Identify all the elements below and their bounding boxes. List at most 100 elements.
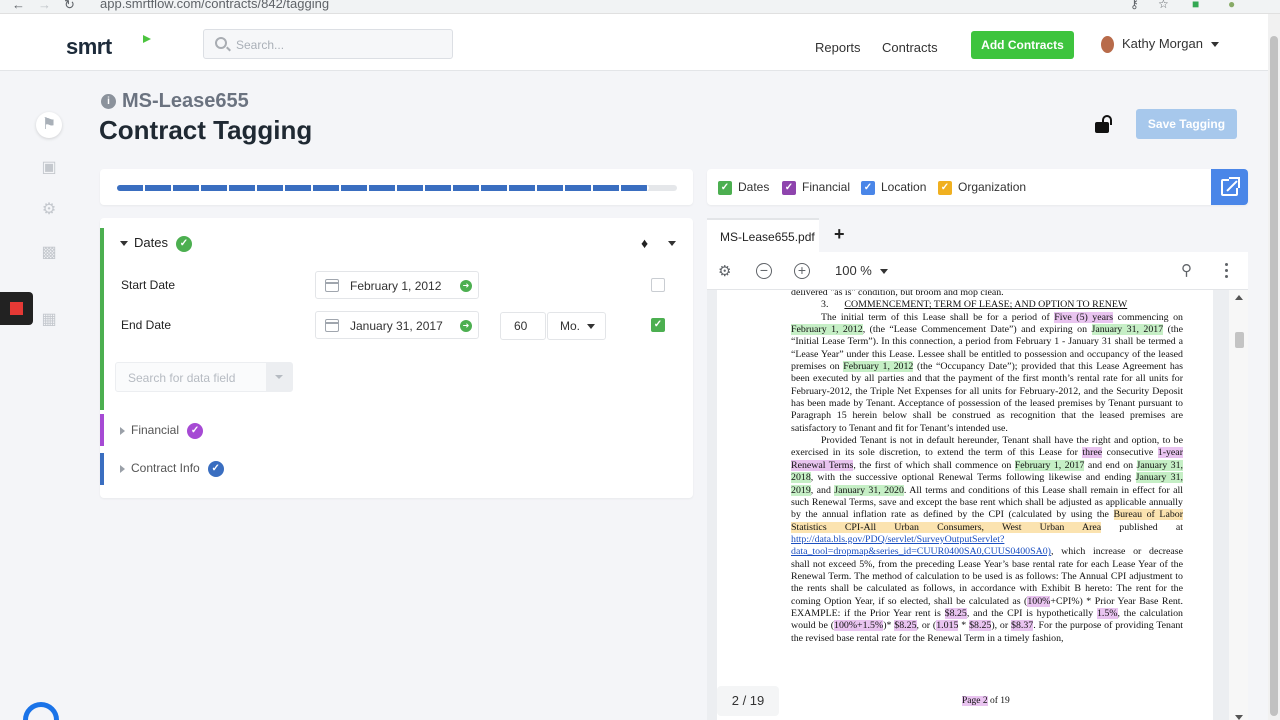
- zoom-select[interactable]: 100 %: [835, 263, 888, 278]
- pdf-scrollbar[interactable]: [1229, 290, 1248, 720]
- check-circle-icon: ✓: [207, 461, 224, 477]
- financial-section-header[interactable]: Financial ✓: [120, 423, 204, 439]
- checkbox-icon: ✓: [861, 180, 875, 195]
- search-icon[interactable]: ⚲: [1181, 261, 1192, 279]
- end-date-field[interactable]: January 31, 2017 ➜: [315, 311, 479, 339]
- nav-reports-link[interactable]: Reports: [815, 40, 861, 55]
- data-field-search[interactable]: Search for data field: [115, 362, 293, 392]
- doc-tagged-span[interactable]: http://data.bls.gov/PDQ/servlet/SurveyOu…: [791, 534, 1051, 557]
- zoom-in-icon[interactable]: +: [794, 263, 810, 279]
- start-date-label: Start Date: [121, 278, 176, 292]
- sidebar-gear-icon[interactable]: ⚙: [36, 197, 62, 223]
- tagging-form: Dates ✓ ♦ Start Date February 1, 2012 ➜ E…: [100, 218, 693, 498]
- sidebar-chart-icon[interactable]: ▩: [36, 240, 62, 266]
- doc-tagged-span[interactable]: 100%: [1027, 595, 1051, 607]
- add-tab-icon[interactable]: +: [834, 224, 845, 245]
- contract-id: i MS-Lease655: [101, 90, 249, 113]
- doc-tagged-span[interactable]: $8.37: [1011, 620, 1034, 632]
- doc-paragraph-renewal: Provided Tenant is not in default hereun…: [791, 435, 1183, 645]
- doc-tagged-span[interactable]: three: [1082, 447, 1103, 459]
- scroll-thumb[interactable]: [1235, 332, 1244, 348]
- legend-financial[interactable]: ✓ Financial: [782, 180, 850, 195]
- legend-location[interactable]: ✓ Location: [861, 180, 926, 195]
- sidebar-tag-icon[interactable]: ⚑: [36, 112, 62, 138]
- logo[interactable]: smrt: [66, 34, 151, 60]
- back-icon[interactable]: ←: [12, 0, 25, 12]
- extension-icon[interactable]: ■: [1192, 0, 1199, 11]
- user-menu[interactable]: Kathy Morgan: [1101, 36, 1219, 54]
- doc-tagged-span[interactable]: Five (5) years: [1054, 311, 1114, 323]
- global-search-input[interactable]: Search...: [203, 29, 453, 59]
- sidebar-calculator-icon[interactable]: ▦: [36, 307, 62, 333]
- help-chat-launcher[interactable]: [23, 702, 59, 720]
- chevron-down-icon[interactable]: [668, 241, 676, 246]
- doc-tagged-span[interactable]: $8.25: [944, 607, 967, 619]
- info-icon[interactable]: i: [101, 94, 116, 109]
- pdf-page: delivered "as is" condition, but broom a…: [717, 290, 1213, 720]
- open-external-icon[interactable]: [1211, 169, 1248, 205]
- duration-unit-select[interactable]: Mo.: [547, 312, 606, 340]
- unlock-icon[interactable]: [1095, 115, 1115, 133]
- doc-tagged-span[interactable]: February 1, 2017: [1014, 459, 1085, 471]
- key-icon[interactable]: ⚷: [1130, 0, 1139, 11]
- doc-tagged-span[interactable]: $8.25: [969, 620, 992, 632]
- pdf-viewer[interactable]: delivered "as is" condition, but broom a…: [707, 290, 1248, 720]
- reload-icon[interactable]: ↻: [64, 0, 75, 13]
- profile-avatar-icon[interactable]: ●: [1228, 0, 1235, 11]
- scroll-up-icon[interactable]: [1235, 295, 1243, 300]
- doc-tagged-span[interactable]: 100%+1.5%: [834, 620, 884, 632]
- check-circle-icon: ✓: [175, 235, 192, 252]
- nav-contracts-link[interactable]: Contracts: [882, 40, 938, 55]
- doc-paragraph-term: The initial term of this Lease shall be …: [791, 311, 1183, 435]
- doc-text-span: , the first of which shall commence on: [853, 459, 1015, 471]
- doc-tagged-span[interactable]: February 1, 2012: [791, 324, 863, 336]
- doc-text-span: consecutive: [1102, 447, 1158, 459]
- doc-top-line: delivered "as is" condition, but broom a…: [791, 290, 1004, 298]
- end-date-value: January 31, 2017: [350, 319, 443, 333]
- dropdown-icon[interactable]: [266, 363, 292, 391]
- doc-tagged-span[interactable]: 1.5%: [1096, 607, 1118, 619]
- start-date-checkbox[interactable]: [651, 278, 665, 292]
- checkbox-icon: ✓: [782, 180, 796, 195]
- doc-tagged-span[interactable]: $8.25: [894, 620, 917, 632]
- contract-info-section-header[interactable]: Contract Info ✓: [120, 461, 224, 477]
- save-tagging-button[interactable]: Save Tagging: [1136, 109, 1237, 139]
- caret-down-icon: [120, 241, 128, 247]
- go-arrow-icon[interactable]: ➜: [460, 280, 472, 292]
- doc-tagged-span[interactable]: 1.015: [936, 620, 959, 632]
- page-title: Contract Tagging: [99, 115, 313, 145]
- add-contracts-button[interactable]: Add Contracts: [971, 31, 1074, 59]
- pdf-file-tab[interactable]: MS-Lease655.pdf: [707, 218, 819, 252]
- doc-tagged-span[interactable]: January 31, 2020: [834, 484, 904, 496]
- start-date-field[interactable]: February 1, 2012 ➜: [315, 271, 479, 299]
- page-indicator: 2 / 19: [717, 686, 779, 716]
- calendar-icon: [325, 319, 339, 332]
- legend-dates[interactable]: ✓ Dates: [718, 180, 769, 195]
- legend-organization[interactable]: ✓ Organization: [938, 180, 1026, 195]
- tags-icon[interactable]: ♦: [641, 235, 648, 251]
- zoom-out-icon[interactable]: −: [756, 263, 772, 279]
- search-icon: [215, 37, 227, 49]
- scroll-down-icon[interactable]: [1235, 715, 1243, 720]
- dates-section-header[interactable]: Dates ✓: [120, 235, 192, 252]
- scroll-thumb[interactable]: [1270, 36, 1278, 716]
- address-bar[interactable]: app.smrtflow.com/contracts/842/tagging: [100, 0, 329, 11]
- sidebar-money-icon[interactable]: ▣: [36, 155, 62, 181]
- document-text: delivered "as is" condition, but broom a…: [791, 290, 1183, 645]
- window-scrollbar[interactable]: [1268, 14, 1280, 720]
- record-button[interactable]: [0, 292, 33, 325]
- doc-text-span: commencing on: [1113, 311, 1183, 323]
- doc-tagged-span[interactable]: February 1, 2012: [843, 361, 914, 373]
- go-arrow-icon[interactable]: ➜: [460, 320, 472, 332]
- dates-section-bar: [100, 228, 104, 410]
- user-name: Kathy Morgan: [1122, 36, 1203, 51]
- end-date-checkbox[interactable]: ✓: [651, 318, 665, 332]
- doc-tagged-span[interactable]: January 31, 2017: [1091, 324, 1164, 336]
- check-circle-icon: ✓: [187, 423, 204, 439]
- more-options-icon[interactable]: [1225, 263, 1229, 281]
- doc-text-span: )*: [883, 620, 895, 632]
- forward-icon[interactable]: →: [38, 0, 51, 12]
- duration-input[interactable]: 60: [500, 312, 546, 340]
- star-icon[interactable]: ☆: [1158, 0, 1169, 11]
- settings-gear-icon[interactable]: ⚙: [718, 262, 731, 280]
